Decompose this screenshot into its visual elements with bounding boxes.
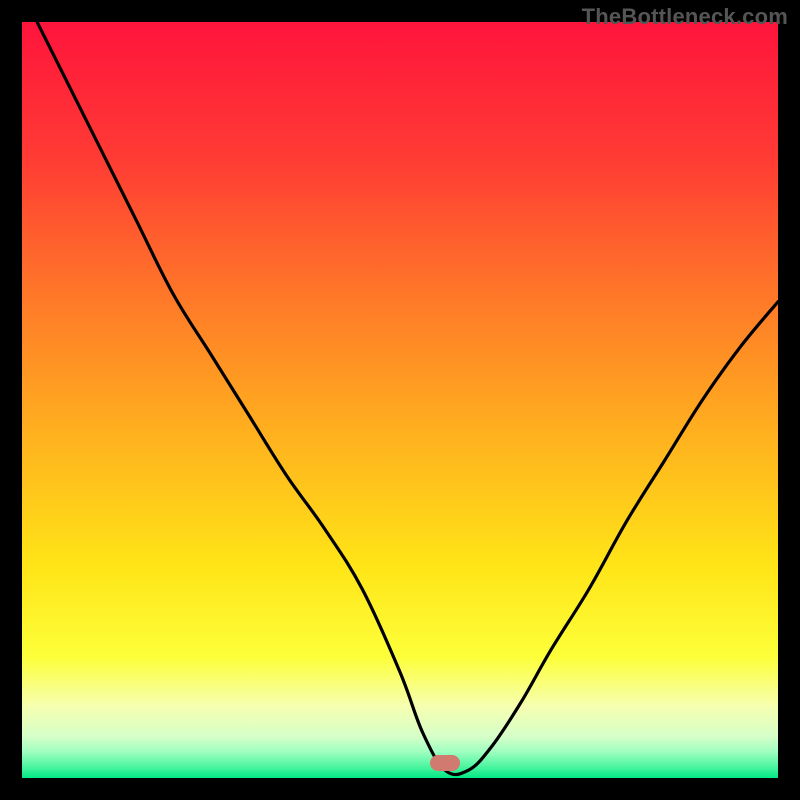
chart-frame: TheBottleneck.com: [0, 0, 800, 800]
plot-outer: [22, 22, 778, 778]
watermark-text: TheBottleneck.com: [582, 4, 788, 30]
bottleneck-curve: [22, 22, 778, 778]
optimal-point-marker: [430, 755, 460, 771]
plot-area: [22, 22, 778, 778]
